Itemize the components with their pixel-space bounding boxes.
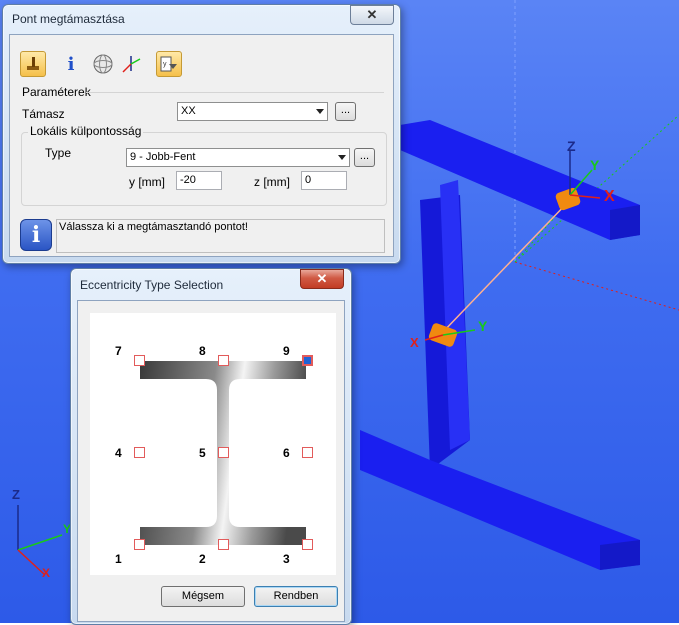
chevron-down-icon bbox=[338, 155, 346, 160]
axis-label-x: X bbox=[42, 566, 51, 580]
axes-tool-button[interactable] bbox=[118, 51, 144, 77]
position-label-9: 9 bbox=[283, 344, 290, 358]
dialog-client: 7 8 9 4 5 6 1 2 3 Mégsem Rendben bbox=[77, 300, 345, 622]
axis-label-z: Z bbox=[12, 487, 20, 502]
position-8-marker[interactable] bbox=[218, 355, 229, 366]
ok-button[interactable]: Rendben bbox=[254, 586, 338, 607]
axis-label-y: Y bbox=[478, 318, 488, 334]
position-1-marker[interactable] bbox=[134, 539, 145, 550]
y-input[interactable]: -20 bbox=[176, 171, 222, 190]
position-label-3: 3 bbox=[283, 552, 290, 566]
axis-label-y: Y bbox=[590, 157, 600, 173]
position-5-marker[interactable] bbox=[218, 447, 229, 458]
info-icon: i bbox=[20, 219, 52, 251]
profile-panel bbox=[90, 313, 336, 575]
support-browse-button[interactable]: ... bbox=[335, 102, 356, 121]
eccentricity-icon: y bbox=[160, 56, 177, 72]
close-button[interactable]: ✕ bbox=[350, 5, 394, 25]
y-label: y [mm] bbox=[129, 175, 165, 189]
sphere-tool-button[interactable] bbox=[90, 51, 116, 77]
dialog-close-button[interactable]: ✕ bbox=[300, 269, 344, 289]
sphere-icon bbox=[93, 54, 113, 74]
position-label-6: 6 bbox=[283, 446, 290, 460]
cancel-button[interactable]: Mégsem bbox=[161, 586, 245, 607]
eccentricity-dialog: Eccentricity Type Selection ✕ 7 8 9 4 5 … bbox=[70, 268, 352, 625]
window-client: i y Paraméterek Támasz XX ... Lokális kü… bbox=[9, 34, 394, 257]
message-box: Válassza ki a megtámasztandó pontot! bbox=[56, 219, 385, 253]
axis-label-z: Z bbox=[567, 138, 576, 154]
info-tool-button[interactable]: i bbox=[58, 51, 84, 77]
z-input[interactable]: 0 bbox=[301, 171, 347, 190]
dialog-title: Eccentricity Type Selection bbox=[80, 278, 224, 292]
support-icon bbox=[27, 57, 39, 70]
position-label-4: 4 bbox=[115, 446, 122, 460]
type-label: Type bbox=[45, 146, 72, 160]
status-message: Válassza ki a megtámasztandó pontot! bbox=[59, 221, 248, 233]
support-value: XX bbox=[181, 105, 196, 117]
axis-label-x: X bbox=[410, 335, 419, 350]
type-browse-button[interactable]: ... bbox=[354, 148, 375, 167]
position-9-marker[interactable] bbox=[302, 355, 313, 366]
chevron-down-icon bbox=[316, 109, 324, 114]
eccentricity-tool-button[interactable]: y bbox=[156, 51, 182, 77]
window-title: Pont megtámasztása bbox=[12, 12, 125, 26]
point-support-window: Pont megtámasztása ✕ i y Paraméterek Tám… bbox=[2, 4, 401, 264]
position-label-1: 1 bbox=[115, 552, 122, 566]
i-beam-profile bbox=[140, 361, 306, 545]
support-select[interactable]: XX bbox=[177, 102, 328, 121]
support-label: Támasz bbox=[22, 107, 65, 121]
eccentricity-group-title: Lokális külpontosság bbox=[28, 124, 144, 138]
position-label-2: 2 bbox=[199, 552, 206, 566]
type-value: 9 - Jobb-Fent bbox=[130, 151, 196, 163]
dialog-title-bar[interactable]: Eccentricity Type Selection ✕ bbox=[71, 269, 351, 297]
position-label-5: 5 bbox=[199, 446, 206, 460]
support-tool-button[interactable] bbox=[20, 51, 46, 77]
position-4-marker[interactable] bbox=[134, 447, 145, 458]
eccentricity-group bbox=[21, 132, 387, 206]
position-label-7: 7 bbox=[115, 344, 122, 358]
svg-text:y: y bbox=[163, 61, 167, 68]
position-7-marker[interactable] bbox=[134, 355, 145, 366]
position-3-marker[interactable] bbox=[302, 539, 313, 550]
section-divider bbox=[86, 92, 384, 93]
position-6-marker[interactable] bbox=[302, 447, 313, 458]
position-2-marker[interactable] bbox=[218, 539, 229, 550]
z-label: z [mm] bbox=[254, 175, 290, 189]
title-bar[interactable]: Pont megtámasztása ✕ bbox=[3, 5, 400, 33]
parameters-label: Paraméterek bbox=[22, 85, 91, 99]
info-icon: i bbox=[67, 53, 75, 75]
axes-icon bbox=[122, 56, 141, 73]
type-select[interactable]: 9 - Jobb-Fent bbox=[126, 148, 350, 167]
axis-label-x: X bbox=[604, 188, 615, 205]
position-label-8: 8 bbox=[199, 344, 206, 358]
